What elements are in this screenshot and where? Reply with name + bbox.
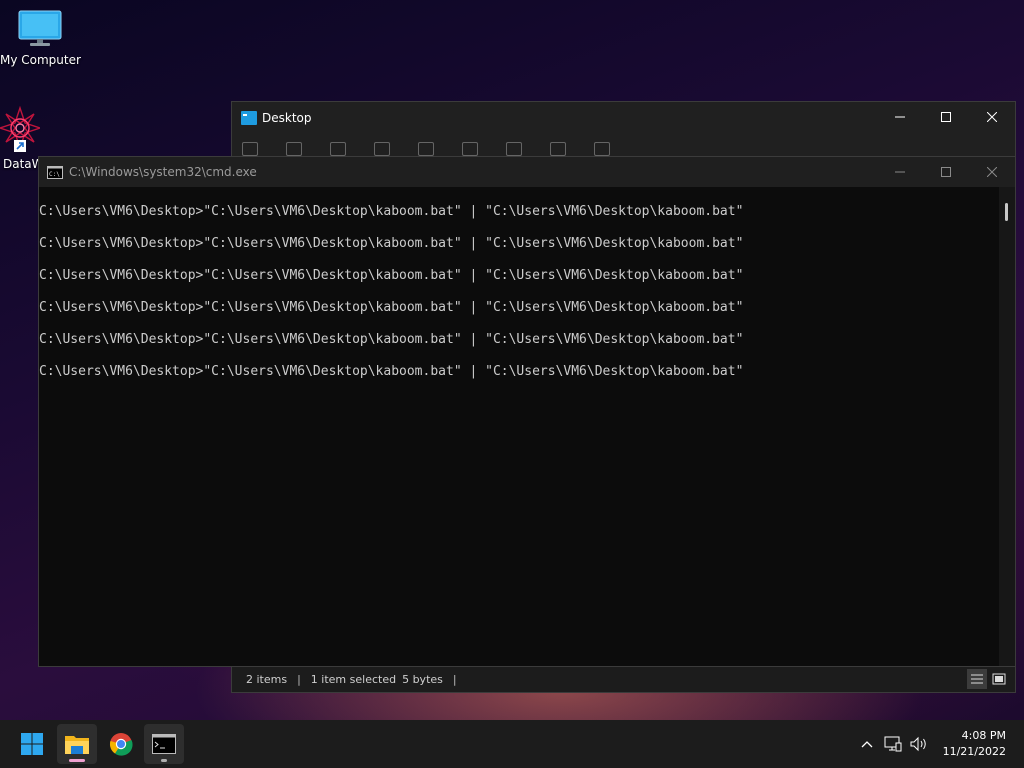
close-button[interactable] [969,157,1015,187]
minimize-icon [895,116,905,118]
delete-icon[interactable] [506,142,522,156]
console-line: C:\Users\VM6\Desktop>"C:\Users\VM6\Deskt… [39,204,744,219]
running-indicator [69,759,85,762]
taskbar-chrome[interactable] [101,724,141,764]
system-tray: 4:08 PM 11/21/2022 [855,720,1024,768]
cmd-window-icon: C:\ [47,165,63,179]
clock-date: 11/21/2022 [942,745,1006,758]
large-icons-view-icon [992,673,1006,685]
maximize-icon [941,112,951,122]
start-icon [21,733,43,755]
new-icon[interactable] [242,142,258,156]
desktop-icon-label: My Computer [0,53,81,67]
status-selection: 1 item selected [310,672,397,686]
cmd-window[interactable]: C:\ C:\Windows\system32\cmd.exe C:\Users… [38,156,1016,667]
svg-text:C:\: C:\ [49,171,60,178]
cut-icon[interactable] [286,142,302,156]
cmd-icon [152,734,176,754]
rename-icon[interactable] [418,142,434,156]
show-hidden-icons-button[interactable] [855,732,879,756]
scrollbar-thumb[interactable] [1005,203,1008,221]
console-line: C:\Users\VM6\Desktop>"C:\Users\VM6\Deskt… [39,332,744,347]
minimize-button[interactable] [877,102,923,132]
maximize-icon [941,167,951,177]
details-view-button[interactable] [967,669,987,689]
console-line: C:\Users\VM6\Desktop>"C:\Users\VM6\Deskt… [39,268,744,283]
start-button[interactable] [12,724,52,764]
console-output[interactable]: C:\Users\VM6\Desktop>"C:\Users\VM6\Deskt… [39,187,999,666]
monitor-icon [18,10,62,46]
maximize-button[interactable] [923,157,969,187]
status-divider: | [452,672,457,686]
network-button[interactable] [881,732,905,756]
close-icon [987,112,997,122]
maximize-button[interactable] [923,102,969,132]
share-icon[interactable] [462,142,478,156]
minimize-button[interactable] [877,157,923,187]
status-size: 5 bytes [402,672,443,686]
desktop-icon-my-computer[interactable]: My Computer [0,8,81,67]
volume-button[interactable] [907,732,931,756]
console-line: C:\Users\VM6\Desktop>"C:\Users\VM6\Deskt… [39,364,744,379]
console-line: C:\Users\VM6\Desktop>"C:\Users\VM6\Deskt… [39,236,744,251]
console-scrollbar[interactable] [999,187,1015,666]
copy-icon[interactable] [330,142,346,156]
details-view-icon [971,674,983,684]
volume-icon [910,736,926,752]
view-icon[interactable] [594,142,610,156]
clock[interactable]: 4:08 PM 11/21/2022 [943,728,1006,760]
minimize-icon [895,171,905,173]
clock-time: 4:08 PM [961,729,1006,742]
shortcut-app-icon [0,105,40,152]
chevron-up-icon [861,741,873,748]
explorer-statusbar: 2 items | 1 item selected 5 bytes | [232,666,1015,692]
chrome-icon [109,733,133,756]
close-button[interactable] [969,102,1015,132]
running-indicator [161,759,167,762]
file-explorer-icon [65,736,89,754]
cmd-titlebar[interactable]: C:\ C:\Windows\system32\cmd.exe [39,157,1015,187]
status-divider: | [297,672,301,686]
taskbar-cmd[interactable] [144,724,184,764]
taskbar-file-explorer[interactable] [57,724,97,764]
console-line: C:\Users\VM6\Desktop>"C:\Users\VM6\Deskt… [39,300,744,315]
status-item-count: 2 items [246,672,288,686]
window-title: Desktop [262,111,312,125]
close-icon [987,167,997,177]
explorer-window-icon [241,111,257,125]
sort-icon[interactable] [550,142,566,156]
desktop-icon-dataw[interactable]: DataW [0,104,40,171]
paste-icon[interactable] [374,142,390,156]
network-icon [884,736,902,752]
large-icons-view-button[interactable] [989,669,1009,689]
taskbar: 4:08 PM 11/21/2022 [0,720,1024,768]
window-title: C:\Windows\system32\cmd.exe [69,165,257,179]
desktop-icon-label: DataW [3,157,40,171]
